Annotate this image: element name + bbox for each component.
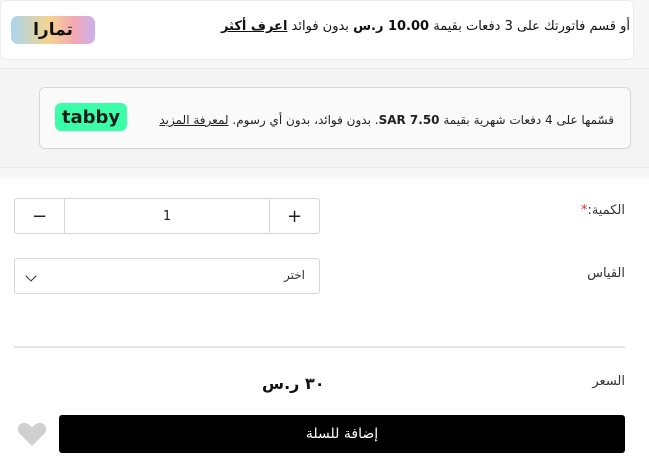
tabby-banner: tabby قسّمها على 4 دفعات شهرية بقيمة SAR… <box>39 87 631 149</box>
quantity-label: الكمية:* <box>581 203 625 218</box>
chevron-down-icon <box>25 270 37 282</box>
tamara-logo-text: تمارا <box>33 20 73 40</box>
tabby-text-suffix: . بدون فوائد، بدون أي رسوم. <box>232 113 379 127</box>
price-label: السعر <box>592 374 625 389</box>
tabby-text-prefix: قسّمها على 4 دفعات شهرية بقيمة <box>443 113 614 127</box>
increase-quantity-button[interactable]: + <box>269 199 319 233</box>
quantity-stepper[interactable]: − 1 + <box>14 198 320 234</box>
tabby-section: tabby قسّمها على 4 دفعات شهرية بقيمة SAR… <box>0 68 649 168</box>
quantity-value[interactable]: 1 <box>65 199 269 233</box>
tamara-installment-text: أو قسم فاتورتك على 3 دفعات بقيمة 10.00 ر… <box>221 19 630 34</box>
tabby-installment-text: قسّمها على 4 دفعات شهرية بقيمة SAR 7.50.… <box>159 113 614 127</box>
tamara-text-suffix: بدون فوائد <box>291 19 349 34</box>
add-to-cart-button[interactable]: إضافة للسلة <box>59 415 625 453</box>
plus-icon: + <box>286 205 303 227</box>
tamara-text-prefix: أو قسم فاتورتك على 3 دفعات بقيمة <box>433 19 630 34</box>
size-select-value: اختر <box>284 268 305 282</box>
tamara-amount: 10.00 ر.س <box>353 19 430 34</box>
price-value: ٣٠ ر.س <box>262 374 325 393</box>
tabby-amount: SAR 7.50 <box>378 113 440 127</box>
decrease-quantity-button[interactable]: − <box>15 199 65 233</box>
tamara-logo: تمارا <box>11 16 95 44</box>
product-form: الكمية:* − 1 + القياس اختر السعر ٣٠ ر.س … <box>0 178 649 470</box>
size-select[interactable]: اختر <box>14 258 320 294</box>
quantity-label-text: الكمية: <box>587 203 625 218</box>
size-label: القياس <box>587 266 625 281</box>
tabby-logo: tabby <box>55 103 127 131</box>
tamara-banner: أو قسم فاتورتك على 3 دفعات بقيمة 10.00 ر… <box>0 0 634 60</box>
minus-icon: − <box>31 205 48 227</box>
divider <box>14 346 625 348</box>
tabby-learn-more-link[interactable]: لمعرفة المزيد <box>159 113 228 127</box>
tabby-logo-text: tabby <box>61 106 121 128</box>
add-to-cart-label: إضافة للسلة <box>305 426 379 442</box>
tamara-learn-more-link[interactable]: اعرف أكثر <box>221 19 287 34</box>
heart-icon[interactable] <box>17 421 47 447</box>
